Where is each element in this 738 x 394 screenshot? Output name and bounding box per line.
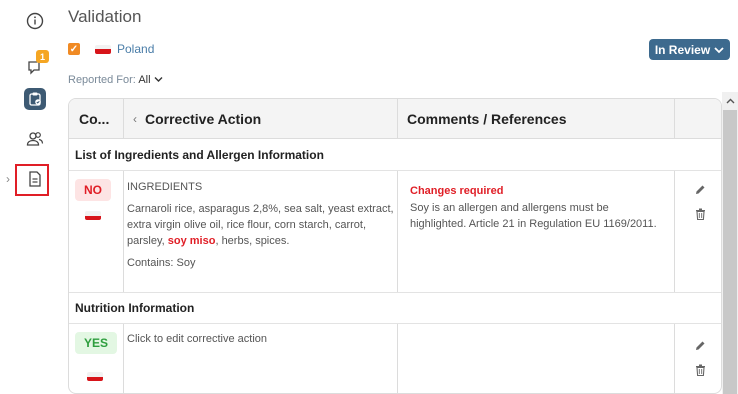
- delete-trash-icon[interactable]: [693, 363, 707, 377]
- reported-for-filter[interactable]: Reported For: All: [68, 74, 163, 86]
- market-checkbox[interactable]: ✓: [68, 43, 80, 55]
- edit-pencil-icon[interactable]: [693, 339, 707, 353]
- chevron-down-icon: [714, 46, 724, 53]
- status-dropdown[interactable]: In Review: [649, 39, 730, 60]
- table-header: Co... ‹ Corrective Action Comments / Ref…: [69, 99, 721, 139]
- status-badge: YES: [75, 332, 117, 354]
- chevron-right-icon[interactable]: ›: [3, 171, 13, 187]
- left-rail: 1 ›: [0, 0, 52, 394]
- contains-text: Contains: Soy: [127, 257, 196, 269]
- users-icon[interactable]: [24, 128, 46, 150]
- divider: [397, 324, 398, 393]
- chevron-left-icon[interactable]: ‹: [133, 112, 137, 126]
- market-name: Poland: [117, 42, 155, 56]
- highlighted-allergen: soy miso: [167, 235, 216, 247]
- divider: [123, 171, 124, 292]
- market-row: ✓ Poland: [68, 40, 154, 58]
- chevron-down-icon: [154, 77, 163, 82]
- divider: [674, 99, 675, 139]
- corrective-action-cell[interactable]: INGREDIENTS Carnaroli rice, asparagus 2,…: [127, 179, 395, 271]
- poland-flag-icon: [95, 44, 111, 54]
- section-header: Nutrition Information: [69, 292, 721, 324]
- field-name: INGREDIENTS: [127, 181, 203, 193]
- delete-trash-icon[interactable]: [693, 207, 707, 221]
- comments-cell[interactable]: Changes required Soy is an allergen and …: [410, 183, 660, 232]
- divider: [674, 324, 675, 393]
- reported-label: Reported For:: [68, 74, 136, 86]
- poland-flag-icon: [85, 211, 101, 220]
- comment-label: Changes required: [410, 185, 504, 197]
- column-corrective-action[interactable]: ‹ Corrective Action: [133, 99, 261, 139]
- selected-highlight: [15, 164, 49, 196]
- poland-flag-icon: [87, 372, 103, 381]
- comment-text: Soy is an allergen and allergens must be…: [410, 202, 657, 230]
- edit-pencil-icon[interactable]: [693, 183, 707, 197]
- column-country[interactable]: Co...: [79, 99, 124, 139]
- ingredients-text: Carnaroli rice, asparagus 2,8%, sea salt…: [127, 203, 394, 247]
- corrective-action-placeholder[interactable]: Click to edit corrective action: [127, 331, 395, 347]
- divider: [397, 99, 398, 139]
- reported-value: All: [138, 74, 151, 86]
- divider: [123, 99, 124, 139]
- divider: [674, 171, 675, 292]
- comments-badge: 1: [36, 50, 49, 63]
- clipboard-check-icon[interactable]: [24, 88, 46, 110]
- divider: [123, 324, 124, 393]
- column-comments[interactable]: Comments / References: [407, 99, 567, 139]
- page-title: Validation: [68, 7, 142, 26]
- status-label: In Review: [654, 42, 711, 57]
- scroll-up-arrow-icon[interactable]: [722, 92, 738, 110]
- section-header: List of Ingredients and Allergen Informa…: [69, 139, 721, 171]
- column-corrective-action-label: Corrective Action: [145, 111, 262, 127]
- status-badge: NO: [75, 179, 111, 201]
- validation-table: Co... ‹ Corrective Action Comments / Ref…: [68, 98, 722, 394]
- info-icon[interactable]: [24, 10, 46, 32]
- comments-icon[interactable]: 1: [24, 50, 49, 78]
- scrollbar-thumb[interactable]: [723, 110, 737, 394]
- divider: [397, 171, 398, 292]
